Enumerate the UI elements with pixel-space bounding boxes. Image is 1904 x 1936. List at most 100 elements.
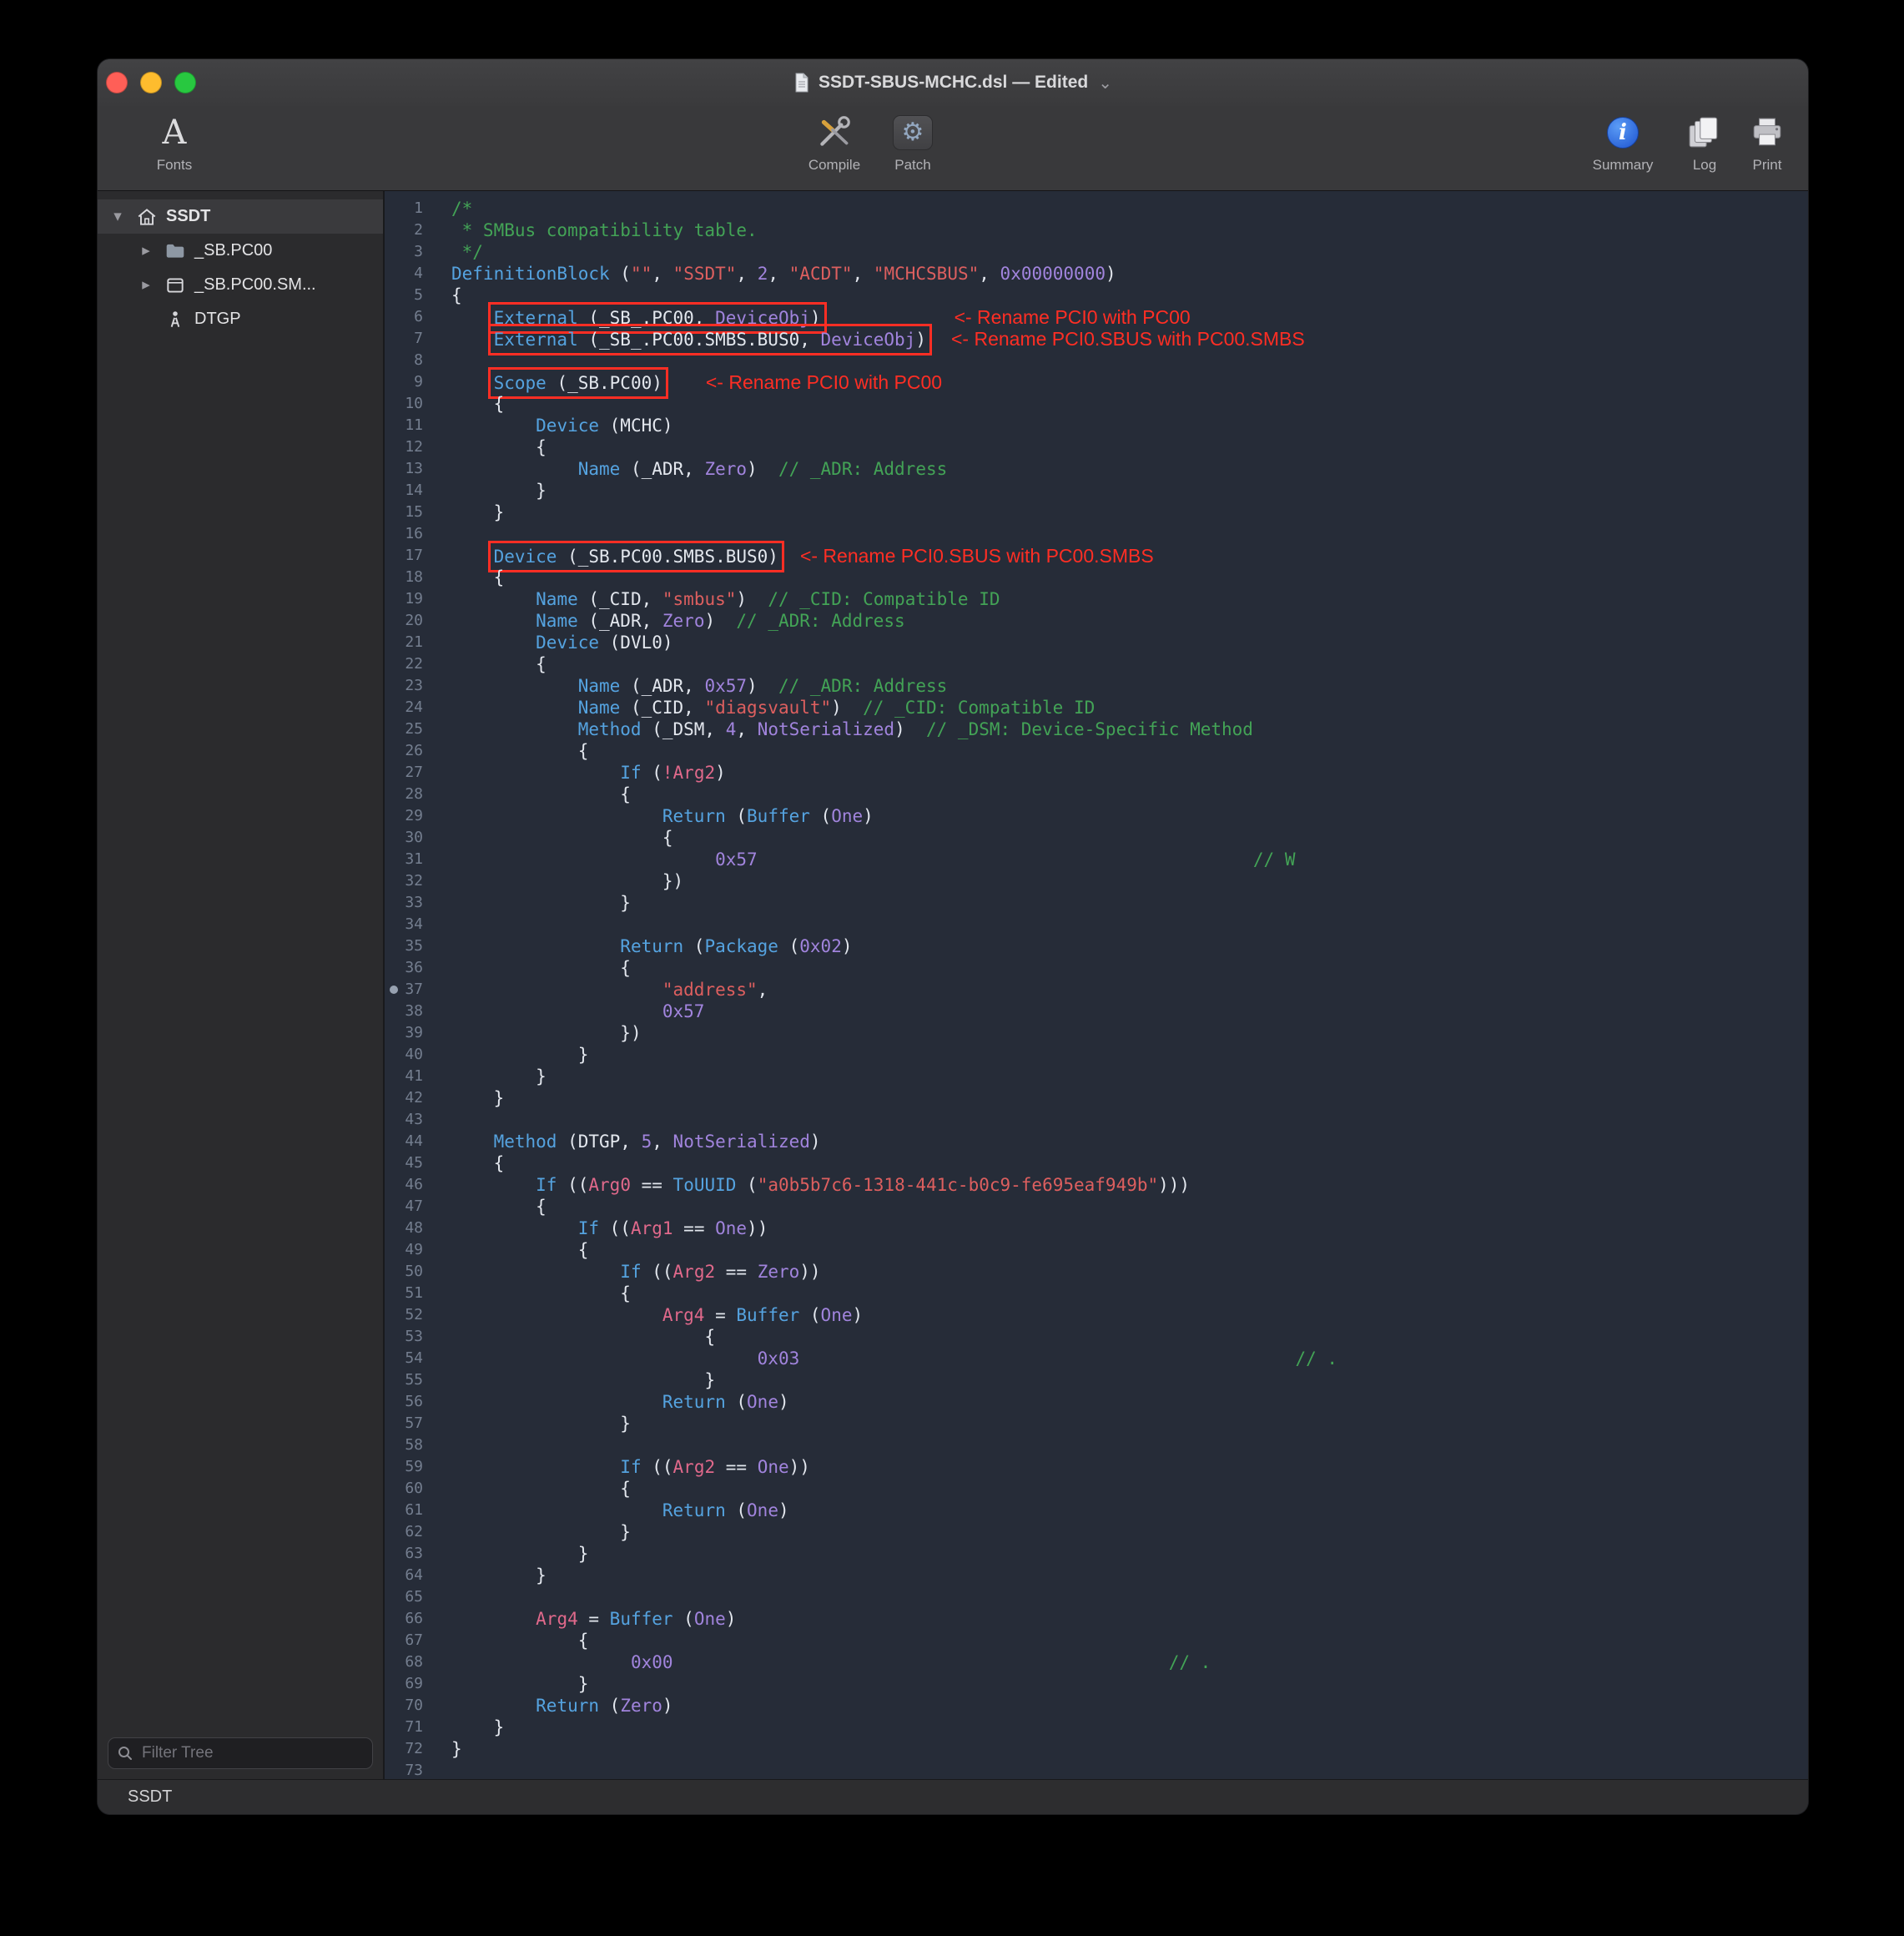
code-line: 62 } [385, 1521, 1808, 1543]
code-line: 70 Return (Zero) [385, 1695, 1808, 1717]
code-line: 42 } [385, 1087, 1808, 1109]
line-number: 18 [385, 567, 436, 588]
line-number: 14 [385, 480, 436, 502]
code-line: 54 0x03 // . [385, 1348, 1808, 1369]
code-line: 67 { [385, 1630, 1808, 1651]
code-text: If ((Arg1 == One)) [436, 1218, 768, 1239]
code-line: 57 } [385, 1413, 1808, 1434]
code-line: 18 { [385, 567, 1808, 588]
log-button[interactable]: Log [1677, 110, 1732, 174]
info-icon: i [1607, 117, 1639, 149]
title-dropdown-chevron-icon[interactable]: ⌄ [1098, 73, 1112, 93]
code-text: { [436, 957, 631, 979]
code-line: 58 [385, 1434, 1808, 1456]
sidebar-tree: ▾SSDT▸_SB.PC00▸_SB.PC00.SM...DTGP [98, 191, 383, 1729]
code-line: 60 { [385, 1478, 1808, 1500]
folder-icon [163, 240, 188, 262]
code-text: If ((Arg2 == Zero)) [436, 1261, 821, 1283]
fonts-button[interactable]: A Fonts [134, 110, 214, 174]
line-number: 49 [385, 1239, 436, 1261]
sidebar-item-sb-pc00[interactable]: ▸_SB.PC00 [98, 234, 383, 268]
line-number: 19 [385, 588, 436, 610]
sidebar-item-ssdt[interactable]: ▾SSDT [98, 199, 383, 234]
close-button[interactable] [106, 72, 128, 93]
code-line: 6 External (_SB_.PC00, DeviceObj)<- Rena… [385, 306, 1808, 328]
code-text: /* [436, 198, 472, 219]
code-text: Return (Package (0x02) [436, 935, 853, 957]
line-number: 12 [385, 436, 436, 458]
patch-button[interactable]: ⚙ Patch [874, 110, 952, 174]
content-area: ▾SSDT▸_SB.PC00▸_SB.PC00.SM...DTGP 1/*2 *… [98, 191, 1808, 1779]
line-number: 7 [385, 328, 436, 350]
patch-gear-icon: ⚙ [893, 115, 933, 150]
code-line: 9 Scope (_SB.PC00)<- Rename PCI0 with PC… [385, 371, 1808, 393]
line-number: 21 [385, 632, 436, 653]
code-text [436, 350, 451, 371]
rename-annotation-text: <- Rename PCI0.SBUS with PC00.SMBS [800, 545, 1154, 567]
code-text [436, 1109, 451, 1131]
compile-button[interactable]: Compile [795, 110, 874, 174]
line-number: 57 [385, 1413, 436, 1434]
line-number: 25 [385, 718, 436, 740]
code-line: 39 }) [385, 1022, 1808, 1044]
printer-icon [1750, 110, 1785, 155]
sidebar-item-sb-pc00-sm[interactable]: ▸ _SB.PC00.SM... [98, 268, 383, 302]
code-line: 24 Name (_CID, "diagsvault") // _CID: Co… [385, 697, 1808, 718]
code-text: } [436, 1066, 547, 1087]
code-text: External (_SB_.PC00, DeviceObj)<- Rename… [436, 306, 1191, 328]
code-line: 73 [385, 1760, 1808, 1779]
line-number: 68 [385, 1651, 436, 1673]
code-text: Name (_ADR, Zero) // _ADR: Address [436, 610, 905, 632]
code-line: 32 }) [385, 870, 1808, 892]
code-line: 63 } [385, 1543, 1808, 1565]
code-text: Name (_CID, "smbus") // _CID: Compatible… [436, 588, 1000, 610]
code-text: Name (_CID, "diagsvault") // _CID: Compa… [436, 697, 1095, 718]
code-text [436, 1586, 451, 1608]
code-line: 44 Method (DTGP, 5, NotSerialized) [385, 1131, 1808, 1152]
line-number: 10 [385, 393, 436, 415]
summary-button[interactable]: i Summary [1574, 110, 1671, 174]
code-text [436, 914, 451, 935]
code-line: 50 If ((Arg2 == Zero)) [385, 1261, 1808, 1283]
line-number: 40 [385, 1044, 436, 1066]
sidebar-item-label: _SB.PC00.SM... [194, 275, 316, 295]
code-line: 35 Return (Package (0x02) [385, 935, 1808, 957]
line-number: 9 [385, 371, 436, 393]
line-number: 56 [385, 1391, 436, 1413]
code-editor[interactable]: 1/*2 * SMBus compatibility table.3 */4De… [385, 191, 1808, 1779]
disclosure-right-icon[interactable]: ▸ [136, 275, 156, 295]
code-text: Name (_ADR, Zero) // _ADR: Address [436, 458, 947, 480]
zoom-button[interactable] [174, 72, 196, 93]
toolbar: A Fonts Compile ⚙ Patch [98, 106, 1808, 191]
rename-highlight-box: External (_SB_.PC00.SMBS.BUS0, DeviceObj… [494, 330, 926, 350]
code-line: 46 If ((Arg0 == ToUUID ("a0b5b7c6-1318-4… [385, 1174, 1808, 1196]
sidebar-item-dtgp[interactable]: DTGP [98, 302, 383, 336]
code-lines: 1/*2 * SMBus compatibility table.3 */4De… [385, 198, 1808, 1779]
status-bar: SSDT [98, 1779, 1808, 1814]
line-number: 58 [385, 1434, 436, 1456]
disclosure-down-icon[interactable]: ▾ [108, 207, 128, 226]
code-line: 41 } [385, 1066, 1808, 1087]
line-number: 16 [385, 523, 436, 545]
line-number: 62 [385, 1521, 436, 1543]
line-number: 29 [385, 805, 436, 827]
print-button[interactable]: Print [1740, 110, 1795, 174]
line-number: 24 [385, 697, 436, 718]
minimize-button[interactable] [140, 72, 162, 93]
code-text: } [436, 1369, 715, 1391]
line-number: 43 [385, 1109, 436, 1131]
code-text: { [436, 1630, 588, 1651]
line-number: 51 [385, 1283, 436, 1304]
filter-tree-input[interactable] [140, 1743, 364, 1763]
code-line: 43 [385, 1109, 1808, 1131]
filter-tree-field[interactable] [108, 1737, 373, 1769]
line-number: 64 [385, 1565, 436, 1586]
code-line: 30 { [385, 827, 1808, 849]
code-text: { [436, 436, 547, 458]
code-line: 55 } [385, 1369, 1808, 1391]
code-text: { [436, 827, 673, 849]
code-text: If ((Arg0 == ToUUID ("a0b5b7c6-1318-441c… [436, 1174, 1190, 1196]
line-number: 35 [385, 935, 436, 957]
disclosure-right-icon[interactable]: ▸ [136, 241, 156, 260]
rename-annotation-text: <- Rename PCI0 with PC00 [955, 306, 1191, 328]
